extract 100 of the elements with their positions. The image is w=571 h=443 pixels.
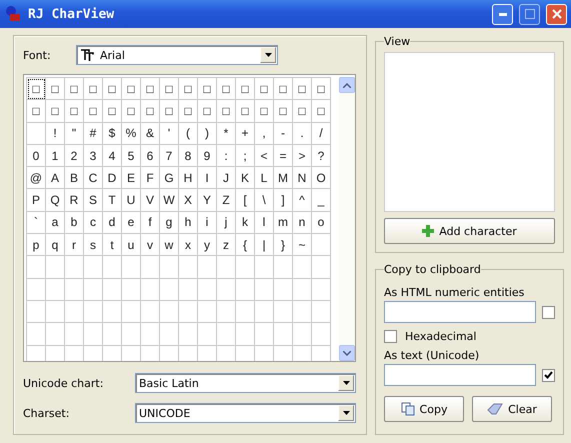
character-cell[interactable]: w: [160, 234, 179, 256]
character-cell[interactable]: □: [122, 78, 141, 100]
character-cell[interactable]: [274, 300, 293, 324]
character-cell[interactable]: I: [198, 167, 217, 190]
character-cell[interactable]: g: [160, 212, 179, 234]
character-cell[interactable]: ,: [255, 122, 274, 145]
character-cell[interactable]: +: [236, 122, 255, 145]
character-cell[interactable]: E: [122, 167, 141, 190]
character-cell[interactable]: d: [103, 212, 122, 234]
character-cell[interactable]: [312, 278, 331, 301]
character-cell[interactable]: □: [141, 78, 160, 100]
character-cell[interactable]: k: [236, 212, 255, 234]
character-cell[interactable]: Y: [198, 189, 217, 212]
character-cell[interactable]: [141, 323, 160, 346]
character-cell[interactable]: v: [141, 234, 160, 256]
character-cell[interactable]: □: [236, 100, 255, 123]
character-cell[interactable]: [141, 256, 160, 279]
character-cell[interactable]: □: [46, 78, 65, 100]
character-cell[interactable]: -: [274, 122, 293, 145]
character-cell[interactable]: i: [198, 212, 217, 234]
character-cell[interactable]: a: [46, 212, 65, 234]
character-cell[interactable]: M: [274, 167, 293, 190]
character-cell[interactable]: ;: [236, 144, 255, 168]
copy-button[interactable]: Copy: [384, 396, 464, 422]
character-cell[interactable]: F: [141, 167, 160, 190]
character-cell[interactable]: f: [141, 212, 160, 234]
character-cell[interactable]: Z: [217, 189, 236, 212]
character-cell[interactable]: □: [312, 78, 331, 100]
character-cell[interactable]: 4: [103, 144, 122, 168]
dropdown-button[interactable]: [338, 375, 354, 391]
character-cell[interactable]: [312, 300, 331, 324]
character-cell[interactable]: =: [274, 144, 293, 168]
character-cell[interactable]: [255, 300, 274, 324]
checkbox[interactable]: [384, 330, 397, 342]
character-cell[interactable]: ^: [293, 189, 312, 212]
character-cell[interactable]: [312, 234, 331, 256]
character-cell[interactable]: □: [160, 100, 179, 123]
character-cell[interactable]: [217, 256, 236, 279]
character-cell[interactable]: }: [274, 234, 293, 256]
font-dropdown[interactable]: Arial: [76, 45, 278, 65]
character-cell[interactable]: s: [84, 234, 103, 256]
character-cell[interactable]: [312, 323, 331, 346]
character-cell[interactable]: R: [65, 189, 84, 212]
character-cell[interactable]: [122, 300, 141, 324]
character-cell[interactable]: □: [198, 78, 217, 100]
character-cell[interactable]: (: [179, 122, 198, 145]
character-cell[interactable]: □: [27, 100, 46, 123]
character-cell[interactable]: [217, 300, 236, 324]
character-cell[interactable]: [217, 323, 236, 346]
character-cell[interactable]: q: [46, 234, 65, 256]
character-cell[interactable]: □: [65, 78, 84, 100]
character-cell[interactable]: 2: [65, 144, 84, 168]
character-cell[interactable]: □: [141, 100, 160, 123]
text-field[interactable]: [384, 364, 536, 386]
character-cell[interactable]: [160, 256, 179, 279]
character-cell[interactable]: [179, 300, 198, 324]
character-cell[interactable]: [65, 323, 84, 346]
character-cell[interactable]: [122, 278, 141, 301]
character-cell[interactable]: □: [236, 78, 255, 100]
character-cell[interactable]: □: [27, 78, 46, 100]
character-cell[interactable]: 5: [122, 144, 141, 168]
character-cell[interactable]: $: [103, 122, 122, 145]
maximize-button[interactable]: [519, 4, 540, 24]
character-cell[interactable]: [274, 256, 293, 279]
dropdown-button[interactable]: [338, 405, 354, 421]
character-cell[interactable]: ): [198, 122, 217, 145]
character-cell[interactable]: j: [217, 212, 236, 234]
character-cell[interactable]: [27, 300, 46, 324]
character-cell[interactable]: [274, 278, 293, 301]
character-cell[interactable]: □: [274, 100, 293, 123]
character-cell[interactable]: ~: [293, 234, 312, 256]
character-cell[interactable]: D: [103, 167, 122, 190]
character-cell[interactable]: [198, 256, 217, 279]
character-cell[interactable]: t: [103, 234, 122, 256]
character-cell[interactable]: X: [179, 189, 198, 212]
character-cell[interactable]: [103, 256, 122, 279]
character-cell[interactable]: □: [103, 100, 122, 123]
scroll-up-button[interactable]: [339, 77, 355, 93]
character-cell[interactable]: y: [198, 234, 217, 256]
character-cell[interactable]: [274, 323, 293, 346]
character-cell[interactable]: [312, 256, 331, 279]
character-cell[interactable]: 1: [46, 144, 65, 168]
character-cell[interactable]: [179, 278, 198, 301]
character-cell[interactable]: [84, 300, 103, 324]
character-cell[interactable]: _: [312, 189, 331, 212]
character-cell[interactable]: □: [46, 100, 65, 123]
add-character-button[interactable]: Add character: [384, 218, 555, 244]
character-cell[interactable]: [179, 323, 198, 346]
character-cell[interactable]: K: [236, 167, 255, 190]
minimize-button[interactable]: [492, 4, 513, 24]
character-cell[interactable]: □: [65, 100, 84, 123]
character-cell[interactable]: [141, 278, 160, 301]
character-cell[interactable]: z: [217, 234, 236, 256]
character-cell[interactable]: V: [141, 189, 160, 212]
character-cell[interactable]: h: [179, 212, 198, 234]
character-cell[interactable]: ': [160, 122, 179, 145]
character-cell[interactable]: [46, 256, 65, 279]
character-cell[interactable]: [46, 278, 65, 301]
character-cell[interactable]: L: [255, 167, 274, 190]
character-cell[interactable]: □: [179, 78, 198, 100]
